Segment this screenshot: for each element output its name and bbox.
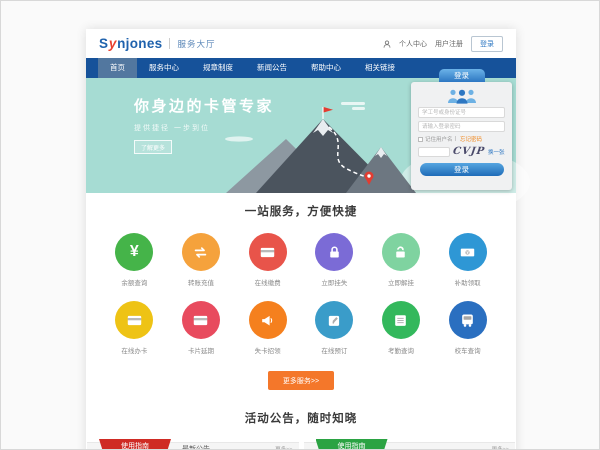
- banknote-icon: ¥: [449, 233, 487, 271]
- service-item-online-pay[interactable]: 在线缴费: [234, 233, 301, 287]
- service-item-card-renewal[interactable]: 卡片延期: [168, 301, 235, 355]
- hero-text: 你身边的卡管专家 提供捷径 一步到位 了解更多: [134, 95, 274, 155]
- hero-title: 你身边的卡管专家: [134, 95, 274, 116]
- left-ribbon-tab[interactable]: 使用指南: [99, 439, 171, 450]
- nav-item-service-center[interactable]: 服务中心: [137, 58, 191, 78]
- username-input[interactable]: [418, 107, 505, 118]
- service-item-subsidy[interactable]: ¥ 补助领取: [434, 233, 501, 287]
- nav-item-links[interactable]: 相关链接: [353, 58, 407, 78]
- yen-icon: ¥: [115, 233, 153, 271]
- logo-divider: [169, 38, 170, 49]
- cloud-shape: [352, 107, 365, 110]
- right-panel-header: 使用指南 更多>>: [304, 442, 516, 450]
- screenshot-canvas: Synjones 服务大厅 个人中心 用户注册 登录 首页 服务中心 规章制度 …: [0, 0, 600, 450]
- announcement-panels: 使用指南 最新公告 更多>> 使用指南 更多>>: [86, 442, 516, 450]
- announcements-heading: 活动公告，随时知晓: [86, 410, 516, 426]
- card-icon: [182, 301, 220, 339]
- login-submit-button[interactable]: 登录: [420, 163, 504, 176]
- users-group-icon: [445, 88, 479, 104]
- logo[interactable]: Synjones: [99, 36, 162, 51]
- login-panel: 登录 记住用户名 | 忘记密码: [411, 82, 512, 190]
- site-tagline: 服务大厅: [177, 38, 215, 50]
- service-item-report-loss[interactable]: 立即挂失: [301, 233, 368, 287]
- logo-suffix: njones: [117, 36, 162, 51]
- nav-item-news[interactable]: 新闻公告: [245, 58, 299, 78]
- captcha-image[interactable]: CVJP: [452, 146, 486, 157]
- hero-subtitle: 提供捷径 一步到位: [134, 123, 274, 133]
- hero-banner: 你身边的卡管专家 提供捷径 一步到位 了解更多: [86, 78, 516, 193]
- hero-cta-button[interactable]: 了解更多: [134, 140, 172, 154]
- remember-label: 记住用户名: [425, 135, 453, 143]
- logo-accent: y: [109, 36, 117, 51]
- site-mockup: Synjones 服务大厅 个人中心 用户注册 登录 首页 服务中心 规章制度 …: [86, 29, 516, 450]
- profile-link[interactable]: 个人中心: [399, 39, 427, 49]
- edit-icon: [315, 301, 353, 339]
- service-item-balance[interactable]: ¥ 余额查询: [101, 233, 168, 287]
- announcements-section: 活动公告，随时知晓 使用指南 最新公告 更多>> 使用指南 更多>>: [86, 410, 516, 450]
- service-item-apply-card[interactable]: 在线办卡: [101, 301, 168, 355]
- captcha-refresh-link[interactable]: 换一张: [488, 148, 505, 156]
- header-right: 个人中心 用户注册 登录: [383, 36, 503, 52]
- right-panel: 使用指南 更多>>: [304, 442, 516, 450]
- forgot-password-link[interactable]: 忘记密码: [460, 135, 482, 143]
- remember-checkbox[interactable]: [418, 137, 423, 142]
- register-link[interactable]: 用户注册: [435, 39, 463, 49]
- service-item-online-booking[interactable]: 在线预订: [301, 301, 368, 355]
- site-header: Synjones 服务大厅 个人中心 用户注册 登录: [86, 29, 516, 58]
- login-tab[interactable]: 登录: [439, 69, 485, 82]
- nav-item-rules[interactable]: 规章制度: [191, 58, 245, 78]
- nav-item-home[interactable]: 首页: [98, 58, 137, 78]
- separator: |: [455, 136, 456, 142]
- latest-news-tab[interactable]: 最新公告: [182, 443, 210, 450]
- service-item-school-bus[interactable]: 校车查询: [434, 301, 501, 355]
- right-ribbon-tab[interactable]: 使用指南: [316, 439, 388, 450]
- more-services-button[interactable]: 更多服务>>: [268, 371, 334, 390]
- service-item-lost-found[interactable]: 失卡招领: [234, 301, 301, 355]
- left-panel-header: 使用指南 最新公告 更多>>: [87, 442, 299, 450]
- logo-prefix: S: [99, 36, 108, 51]
- captcha-row: CVJP 换一张: [418, 146, 505, 157]
- left-more-link[interactable]: 更多>>: [275, 443, 292, 450]
- right-more-link[interactable]: 更多>>: [492, 443, 509, 450]
- card-icon: [249, 233, 287, 271]
- captcha-input[interactable]: [418, 147, 450, 157]
- card-icon: [115, 301, 153, 339]
- bus-icon: [449, 301, 487, 339]
- unlock-icon: [382, 233, 420, 271]
- service-item-unlock[interactable]: 立即解挂: [368, 233, 435, 287]
- header-login-button[interactable]: 登录: [471, 36, 503, 52]
- left-panel: 使用指南 最新公告 更多>>: [87, 442, 299, 450]
- transfer-icon: [182, 233, 220, 271]
- services-section: 一站服务，方便快捷 ¥ 余额查询 转账充值 在线缴费: [86, 193, 516, 390]
- user-icon: [383, 40, 391, 48]
- service-grid: ¥ 余额查询 转账充值 在线缴费: [101, 233, 501, 355]
- service-item-attendance[interactable]: 考勤查询: [368, 301, 435, 355]
- megaphone-icon: [249, 301, 287, 339]
- service-item-transfer[interactable]: 转账充值: [168, 233, 235, 287]
- nav-item-help-center[interactable]: 帮助中心: [299, 58, 353, 78]
- remember-row: 记住用户名 | 忘记密码: [418, 135, 505, 143]
- password-input[interactable]: [418, 121, 505, 132]
- cloud-shape: [341, 102, 365, 105]
- attendance-list-icon: [382, 301, 420, 339]
- lock-icon: [315, 233, 353, 271]
